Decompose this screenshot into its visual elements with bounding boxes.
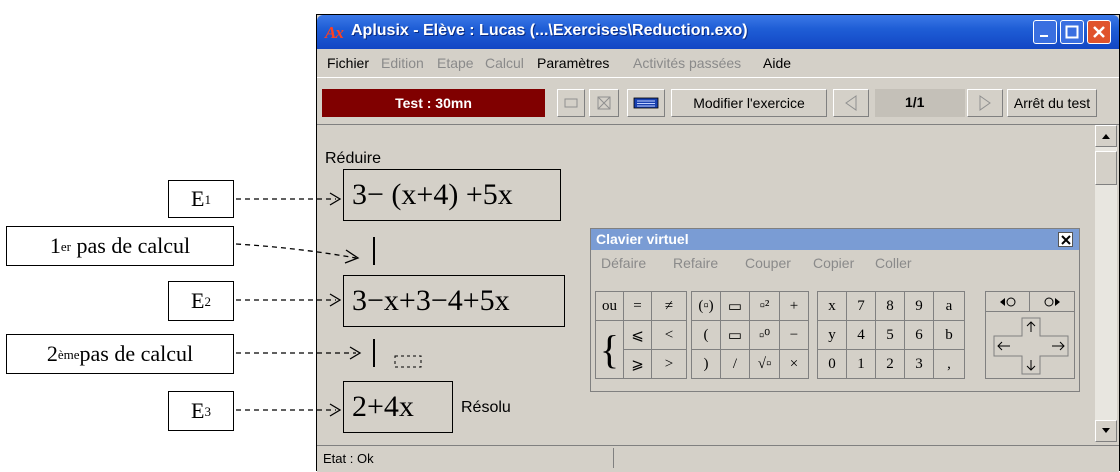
arrow-first-step — [235, 243, 357, 259]
annotation-arrows — [235, 192, 362, 417]
